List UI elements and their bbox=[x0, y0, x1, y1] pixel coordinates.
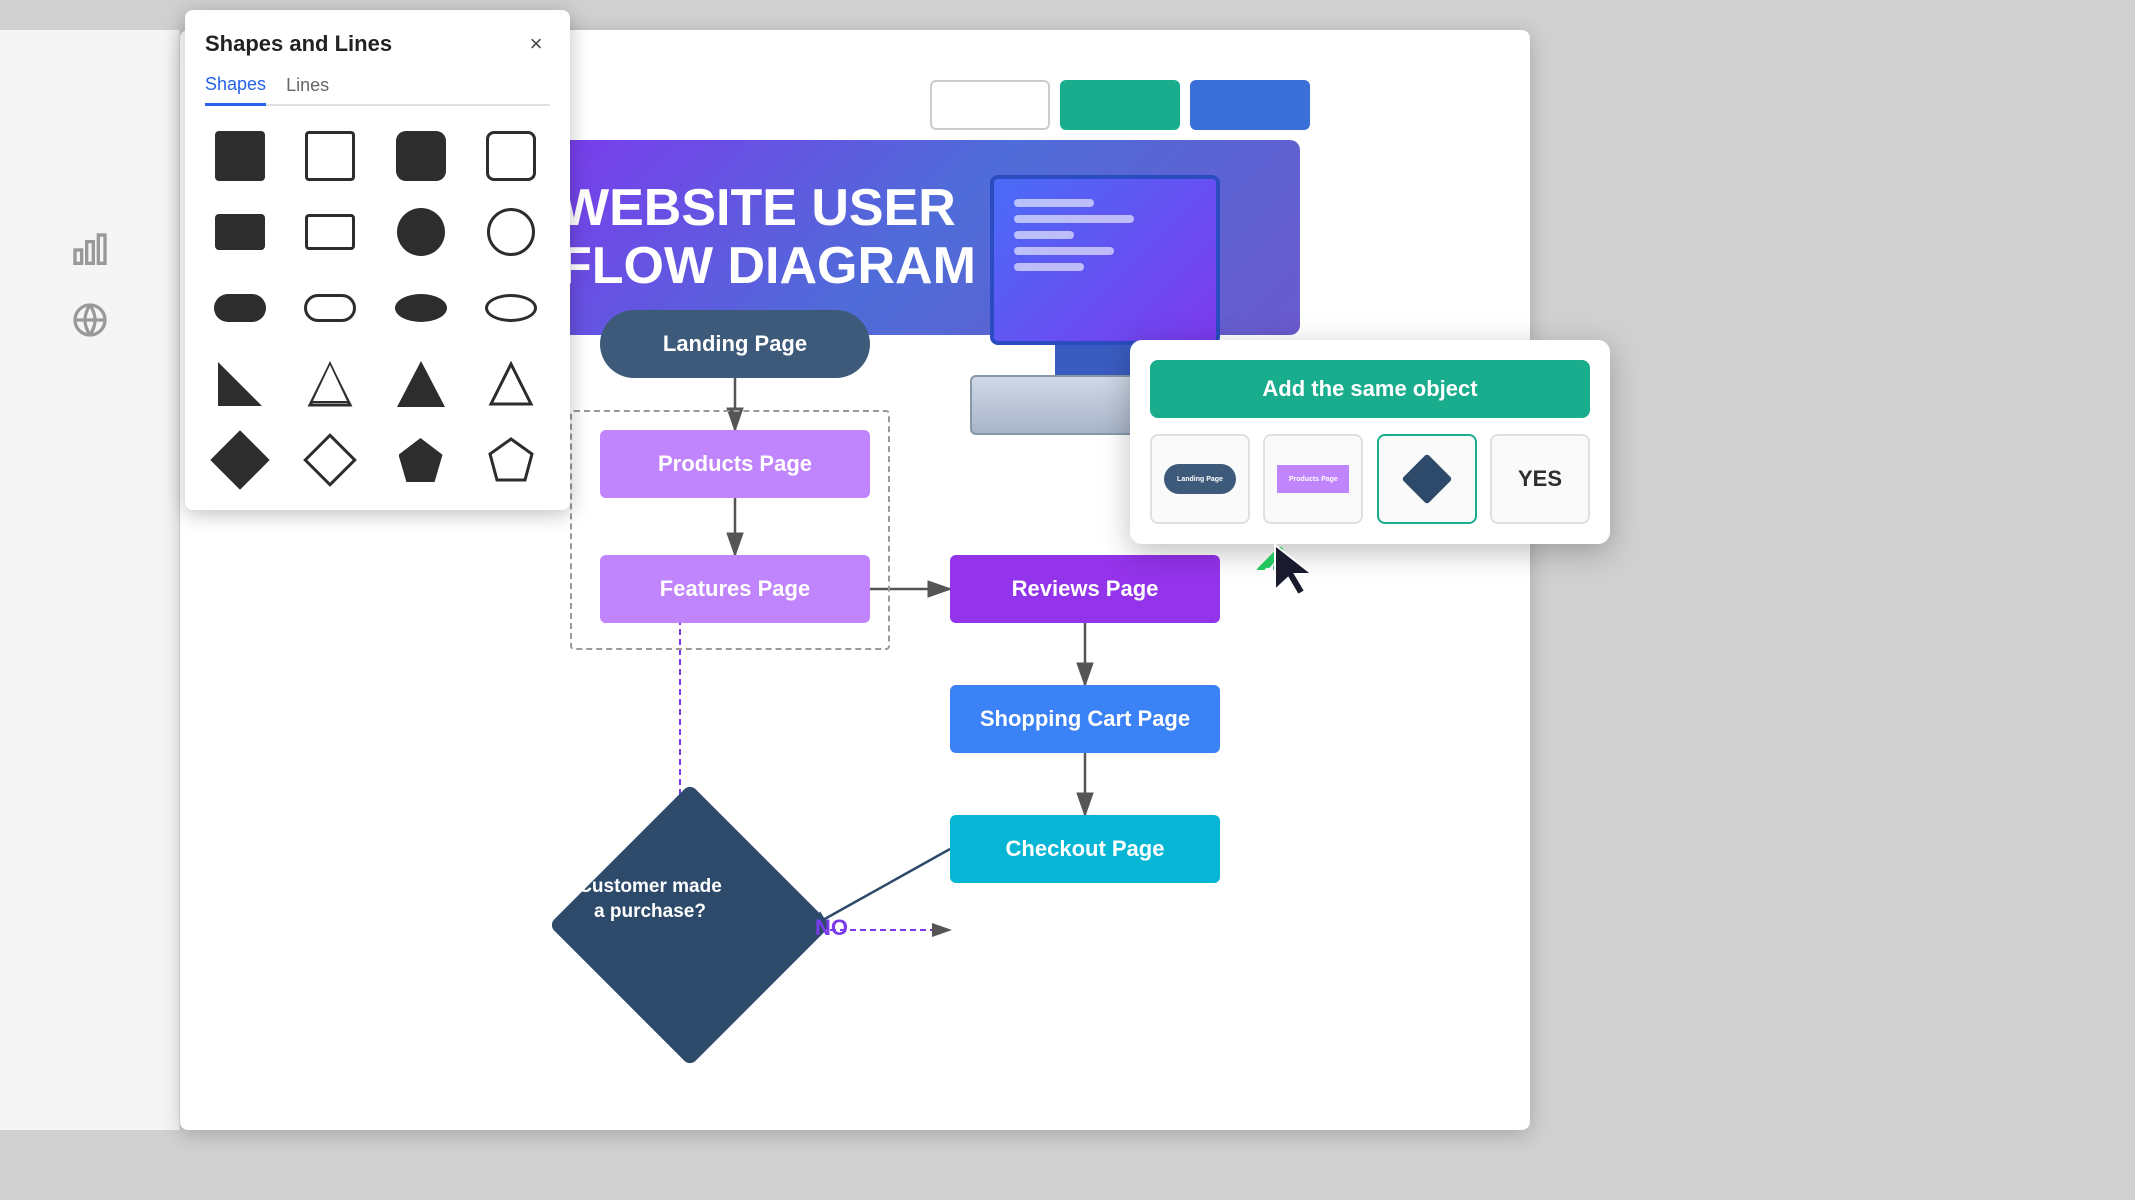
no-label: NO bbox=[815, 915, 848, 941]
shape-pill-filled[interactable] bbox=[205, 278, 275, 338]
cursor-svg bbox=[1270, 540, 1320, 600]
shape-right-tri-filled[interactable] bbox=[205, 354, 275, 414]
screen-lines bbox=[1014, 199, 1134, 271]
panel-close-button[interactable]: × bbox=[522, 30, 550, 58]
shape-square-outline[interactable] bbox=[295, 126, 365, 186]
node-reviews[interactable]: Reviews Page bbox=[950, 555, 1220, 623]
customer-diamond-text[interactable]: Customer madea purchase? bbox=[550, 875, 750, 924]
shape-pill-outline[interactable] bbox=[295, 278, 365, 338]
node-features[interactable]: Features Page bbox=[600, 555, 870, 623]
toolbar-btn-blue[interactable] bbox=[1190, 80, 1310, 130]
panel-header: Shapes and Lines × bbox=[205, 30, 550, 58]
node-products[interactable]: Products Page bbox=[600, 430, 870, 498]
popup-objects-row: Landing Page Products Page YES bbox=[1150, 434, 1590, 524]
yes-label: YES bbox=[1518, 466, 1562, 492]
toolbar-btn-teal[interactable] bbox=[1060, 80, 1180, 130]
node-shopping[interactable]: Shopping Cart Page bbox=[950, 685, 1220, 753]
shapes-grid bbox=[205, 126, 550, 490]
shape-oval-filled[interactable] bbox=[386, 278, 456, 338]
shape-right-tri-outline[interactable] bbox=[295, 354, 365, 414]
canvas-area: WEBSITE USER FLOW DIAGRAM bbox=[0, 0, 2135, 1200]
node-landing[interactable]: Landing Page bbox=[600, 310, 870, 378]
toolbar-btn-1[interactable] bbox=[930, 80, 1050, 130]
shape-diamond-outline[interactable] bbox=[295, 430, 365, 490]
shape-rect-outline[interactable] bbox=[295, 202, 365, 262]
banner-title: WEBSITE USER FLOW DIAGRAM bbox=[560, 180, 976, 294]
add-same-object-button[interactable]: Add the same object bbox=[1150, 360, 1590, 418]
cursor-pointer bbox=[1270, 540, 1330, 610]
shape-pentagon-outline[interactable] bbox=[476, 430, 546, 490]
chart-icon[interactable] bbox=[70, 230, 110, 270]
shape-rect-filled[interactable] bbox=[205, 202, 275, 262]
shape-circle-filled[interactable] bbox=[386, 202, 456, 262]
shape-square-rounded-filled[interactable] bbox=[386, 126, 456, 186]
customer-diamond-shape bbox=[549, 784, 832, 1067]
shape-diamond-filled[interactable] bbox=[205, 430, 275, 490]
tab-shapes[interactable]: Shapes bbox=[205, 74, 266, 106]
shape-pentagon-filled[interactable] bbox=[386, 430, 456, 490]
mini-diamond-shape bbox=[1401, 454, 1452, 505]
shape-oval-outline[interactable] bbox=[476, 278, 546, 338]
popup-object-landing[interactable]: Landing Page bbox=[1150, 434, 1250, 524]
panel-title: Shapes and Lines bbox=[205, 31, 392, 57]
panel-tabs: Shapes Lines bbox=[205, 74, 550, 106]
shape-square-rounded-outline[interactable] bbox=[476, 126, 546, 186]
popup-object-diamond[interactable] bbox=[1377, 434, 1477, 524]
shape-tri-outline[interactable] bbox=[476, 354, 546, 414]
mini-landing-node: Landing Page bbox=[1164, 464, 1236, 494]
shape-tri-filled[interactable] bbox=[386, 354, 456, 414]
left-sidebar bbox=[0, 30, 180, 1130]
mini-products-node: Products Page bbox=[1277, 465, 1349, 493]
popup-object-yes[interactable]: YES bbox=[1490, 434, 1590, 524]
shape-square-dark-filled[interactable] bbox=[205, 126, 275, 186]
globe-icon[interactable] bbox=[70, 300, 110, 340]
add-object-popup: Add the same object Landing Page Product… bbox=[1130, 340, 1610, 544]
shape-circle-outline[interactable] bbox=[476, 202, 546, 262]
canvas-toolbar bbox=[930, 80, 1310, 130]
tab-lines[interactable]: Lines bbox=[286, 74, 329, 104]
node-checkout[interactable]: Checkout Page bbox=[950, 815, 1220, 883]
computer-screen bbox=[990, 175, 1220, 345]
shapes-panel: Shapes and Lines × Shapes Lines bbox=[185, 10, 570, 510]
